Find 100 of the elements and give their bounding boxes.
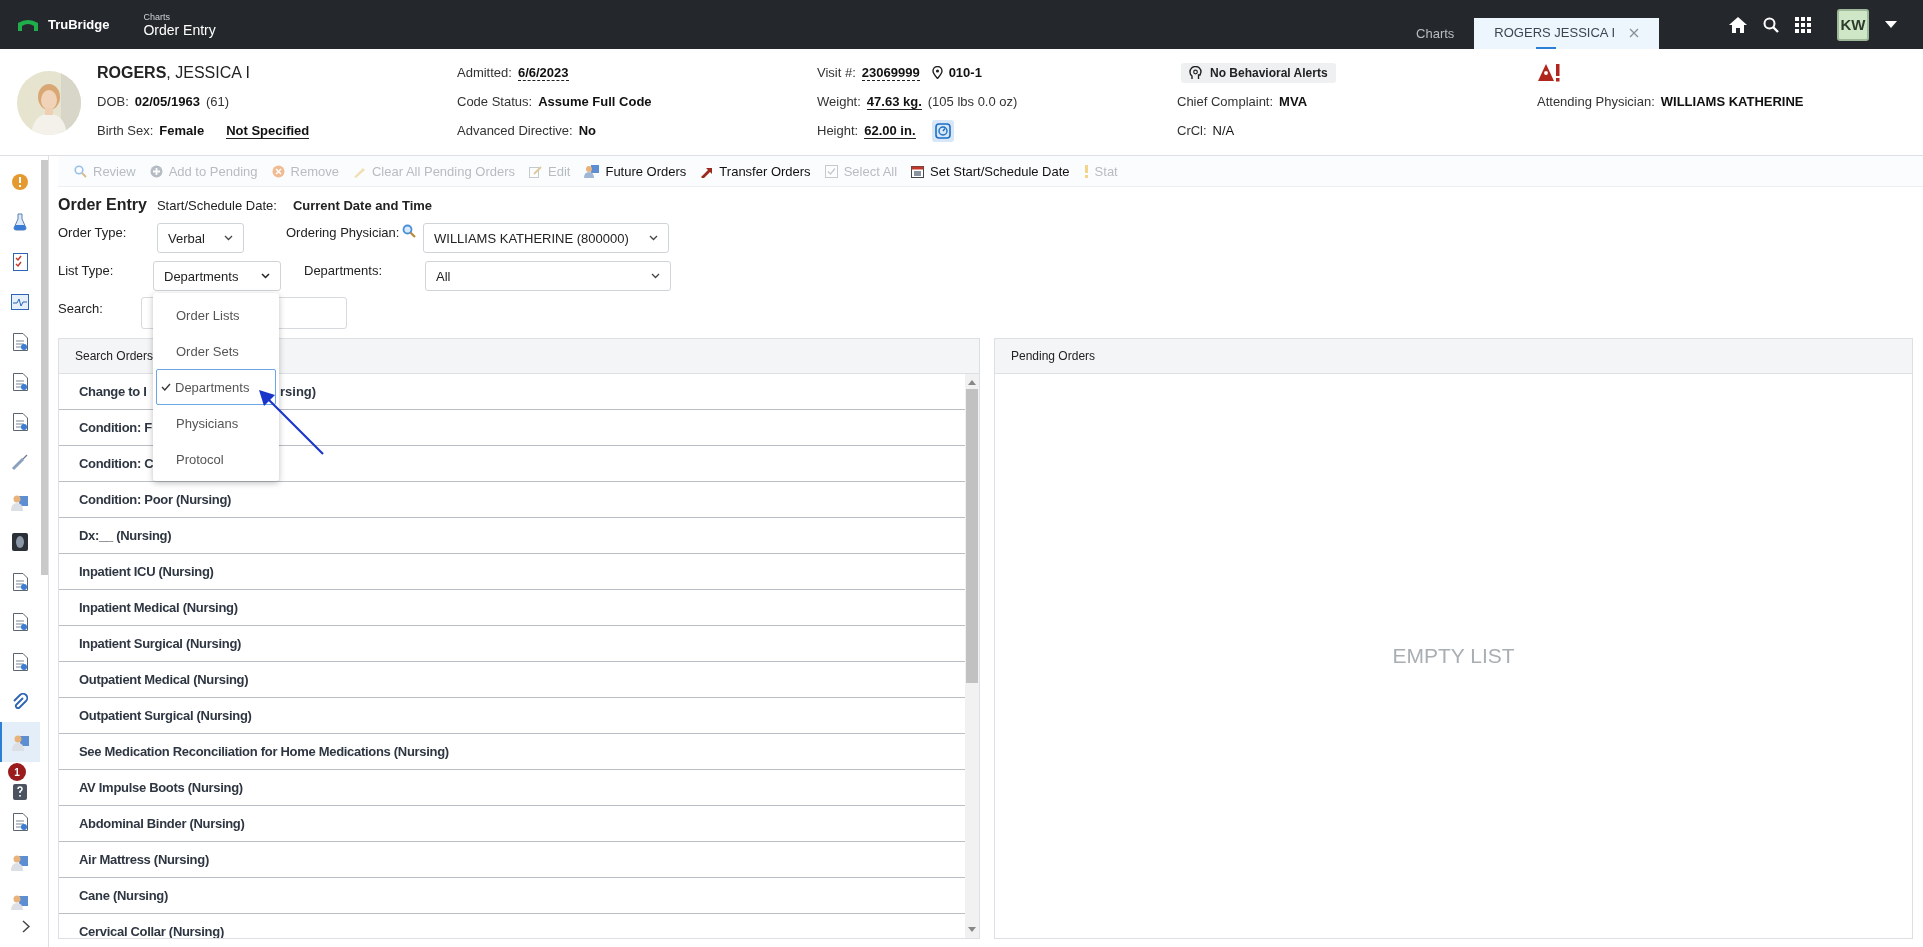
checklist-icon xyxy=(12,253,28,271)
field-note: (61) xyxy=(205,94,229,109)
checkbox-icon xyxy=(824,164,838,178)
order-name[interactable]: Dx:__ (Nursing) xyxy=(79,528,172,543)
field-value[interactable]: 6/6/2023 xyxy=(517,64,569,81)
location-pin-icon xyxy=(931,66,943,79)
toolbar-button[interactable]: Set Start/Schedule Date xyxy=(911,163,1070,179)
notification-badge: 1 xyxy=(8,763,26,781)
monitor-icon xyxy=(11,294,29,310)
document-icon xyxy=(12,653,28,671)
field-label: Search: xyxy=(58,300,104,316)
remove-icon xyxy=(271,164,285,178)
close-icon[interactable] xyxy=(1629,27,1639,38)
field-value[interactable]: 47.63 kg. xyxy=(866,93,922,110)
chevron-down-icon xyxy=(649,235,658,241)
plus-circle-icon xyxy=(149,164,163,178)
calendar-icon xyxy=(911,164,925,178)
field-label: Height: xyxy=(817,123,859,138)
order-name[interactable]: Inpatient Medical (Nursing) xyxy=(79,600,238,615)
user-avatar[interactable]: KW xyxy=(1837,8,1869,41)
field-value: Assume Full Code xyxy=(538,94,652,109)
field-value: N/A xyxy=(1212,123,1235,138)
head-icon xyxy=(1189,65,1202,80)
field-value[interactable]: 23069999 xyxy=(861,64,920,81)
person-icon xyxy=(12,733,30,751)
document-icon xyxy=(12,413,28,431)
field-value[interactable]: 62.00 in. xyxy=(864,122,916,139)
scrollbar-thumb[interactable] xyxy=(41,160,48,575)
field-label: Code Status: xyxy=(457,94,533,109)
chevron-down-icon xyxy=(261,273,270,279)
order-name[interactable]: See Medication Reconciliation for Home Medications (Nursing) xyxy=(79,744,449,759)
document-icon xyxy=(12,373,28,391)
scrollbar[interactable] xyxy=(965,374,979,938)
home-icon[interactable] xyxy=(1729,16,1747,33)
xray-icon xyxy=(12,533,28,551)
order-name[interactable]: Condition: F xyxy=(79,420,152,435)
order-name[interactable]: Condition: C xyxy=(79,456,154,471)
field-label: DOB: xyxy=(97,94,129,109)
caret-icon[interactable] xyxy=(1885,21,1897,28)
expand-chevron-icon[interactable] xyxy=(22,920,30,933)
gauge-icon[interactable] xyxy=(931,119,954,142)
toolbar-button[interactable]: Future Orders xyxy=(584,163,687,179)
order-name[interactable]: Outpatient Surgical (Nursing) xyxy=(79,708,252,723)
behavioral-alerts-chip[interactable]: No Behavioral Alerts xyxy=(1181,62,1336,83)
field-label: Visit #: xyxy=(817,65,856,80)
order-name[interactable]: Cane (Nursing) xyxy=(79,888,168,903)
panel-title: Search Orders xyxy=(75,349,154,363)
order-type-select[interactable]: Verbal xyxy=(157,223,244,253)
syringe-icon xyxy=(11,453,29,471)
search-icon[interactable] xyxy=(1763,16,1779,33)
brand-name: TruBridge xyxy=(48,17,110,32)
order-name[interactable]: AV Impulse Boots (Nursing) xyxy=(79,780,243,795)
field-label: Order Type: xyxy=(58,224,128,240)
ordering-physician-select[interactable]: WILLIAMS KATHERINE (800000) xyxy=(423,223,669,253)
field-label: Ordering Physician: xyxy=(286,224,401,240)
menu-option[interactable]: Order Lists xyxy=(156,297,276,333)
document-icon xyxy=(12,573,28,591)
order-name[interactable]: Cervical Collar (Nursing) xyxy=(79,924,224,938)
order-name[interactable]: Inpatient Surgical (Nursing) xyxy=(79,636,242,651)
empty-list-text: EMPTY LIST xyxy=(1392,644,1515,668)
warning-icon[interactable] xyxy=(1537,62,1561,83)
order-name[interactable]: Outpatient Medical (Nursing) xyxy=(79,672,249,687)
field-label: Advanced Directive: xyxy=(457,123,573,138)
order-name[interactable]: Inpatient ICU (Nursing) xyxy=(79,564,214,579)
chart-tab[interactable]: ROGERS JESSICA I xyxy=(1474,18,1659,49)
field-label: Admitted: xyxy=(457,65,512,80)
departments-select[interactable]: All xyxy=(425,261,671,291)
menu-option[interactable]: Departments xyxy=(156,369,276,405)
paperclip-icon xyxy=(12,693,28,711)
chart-tab[interactable]: Charts xyxy=(1396,18,1475,49)
start-date-value: Current Date and Time xyxy=(292,197,433,213)
search-icon xyxy=(74,164,87,178)
field-value: Female xyxy=(159,123,205,138)
person-icon xyxy=(11,493,29,511)
order-name[interactable]: Change to I xyxy=(79,384,147,399)
breadcrumb[interactable]: Charts xyxy=(143,11,216,22)
document-icon xyxy=(12,813,28,831)
field-link[interactable]: Not Specified xyxy=(226,122,310,139)
toolbar-button[interactable]: Transfer Orders xyxy=(700,163,811,179)
help-box-icon xyxy=(13,784,27,800)
chevron-down-icon xyxy=(651,273,660,279)
menu-option[interactable]: Order Sets xyxy=(156,333,276,369)
flask-icon xyxy=(13,213,27,231)
exclamation-icon xyxy=(1083,164,1089,178)
room-number: 010-1 xyxy=(948,65,982,80)
field-value: MVA xyxy=(1279,94,1308,109)
logo-icon xyxy=(18,18,38,31)
list-type-select[interactable]: Departments xyxy=(153,261,281,291)
field-label: List Type: xyxy=(58,262,115,278)
document-icon xyxy=(12,333,28,351)
menu-option[interactable]: Protocol xyxy=(156,441,276,477)
apps-grid-icon[interactable] xyxy=(1795,16,1811,33)
field-note: (105 lbs 0.0 oz) xyxy=(927,94,1018,109)
order-name[interactable]: Air Mattress (Nursing) xyxy=(79,852,209,867)
menu-option[interactable]: Physicians xyxy=(156,405,276,441)
order-name[interactable]: Condition: Poor (Nursing) xyxy=(79,492,232,507)
order-name[interactable]: Abdominal Binder (Nursing) xyxy=(79,816,245,831)
order-name[interactable]: rsing) xyxy=(280,384,317,399)
field-label: Weight: xyxy=(817,94,861,109)
field-label: Start/Schedule Date: xyxy=(156,197,277,213)
